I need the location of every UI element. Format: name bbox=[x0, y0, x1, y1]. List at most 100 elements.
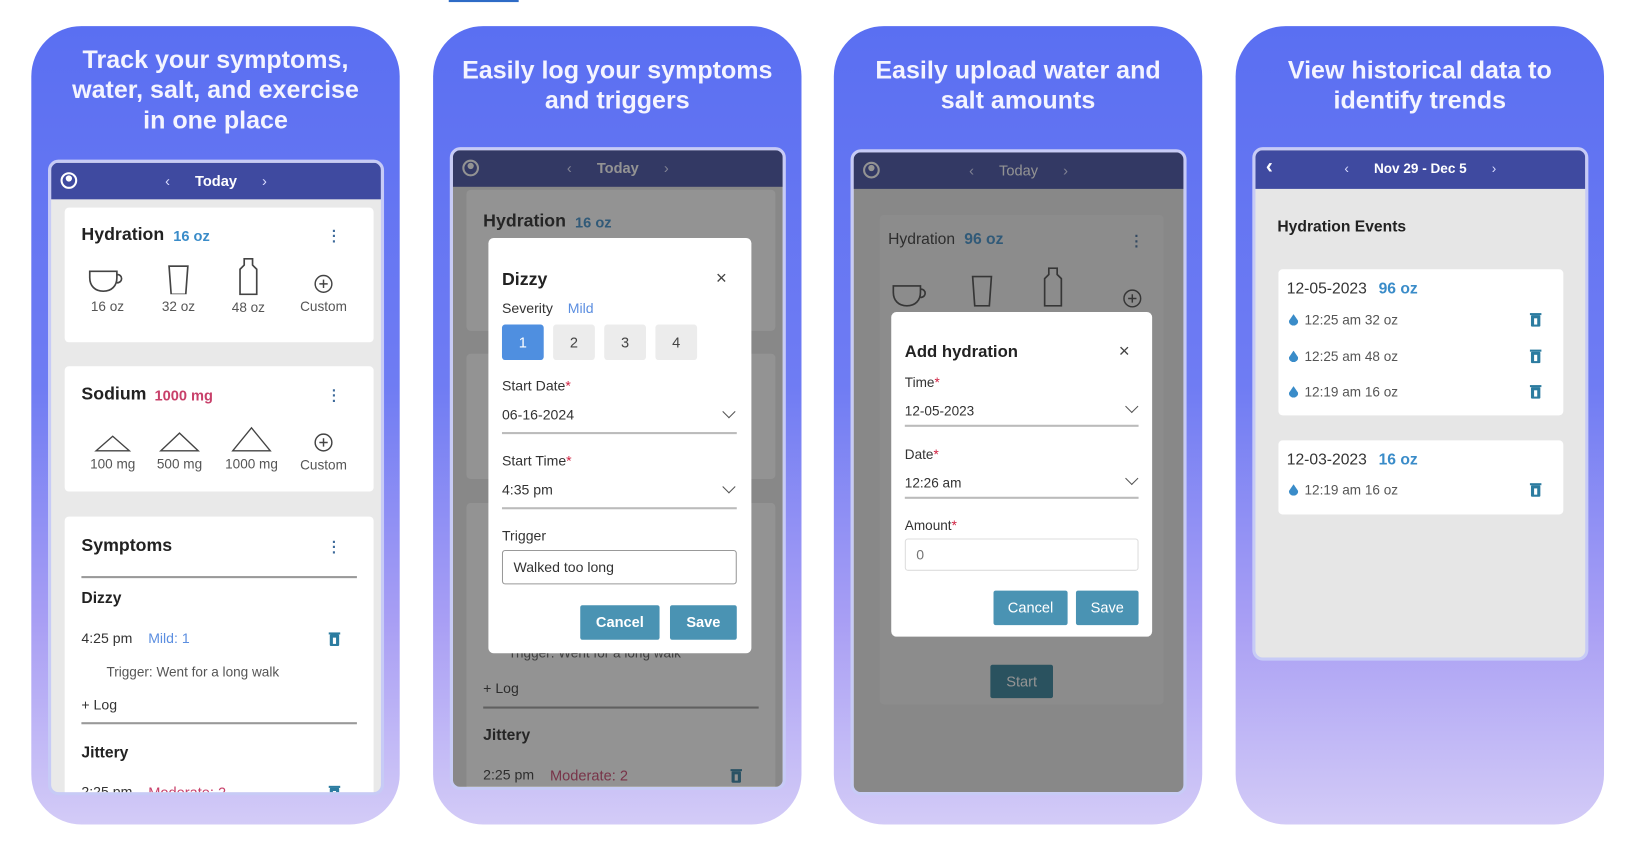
glass-icon bbox=[168, 265, 189, 295]
severity-option-1[interactable]: 1 bbox=[501, 324, 544, 361]
option-100mg[interactable]: 100 mg bbox=[81, 429, 144, 472]
option-label: 500 mg bbox=[156, 456, 203, 472]
app-header: ‹ Today › bbox=[51, 162, 381, 200]
symptom-name: Dizzy bbox=[81, 589, 122, 608]
required-mark: * bbox=[933, 446, 939, 463]
screenshot-panel-log-symptoms: Easily log your symptoms and triggers ‹T… bbox=[433, 26, 802, 825]
option-label: 1000 mg bbox=[225, 456, 278, 472]
headline-line: water, salt, and exercise bbox=[72, 76, 359, 105]
time-label: Time* bbox=[905, 375, 940, 391]
headline-line: in one place bbox=[143, 106, 288, 135]
option-label: 100 mg bbox=[90, 456, 136, 472]
option-32oz[interactable]: 32 oz bbox=[147, 265, 210, 314]
required-mark: * bbox=[565, 377, 571, 394]
severity-option-4[interactable]: 4 bbox=[655, 324, 698, 361]
required-mark: * bbox=[566, 452, 572, 469]
symptom-trigger: Trigger: Went for a long walk bbox=[106, 663, 280, 680]
headline-line: and triggers bbox=[544, 86, 690, 115]
close-icon[interactable]: × bbox=[716, 267, 727, 289]
trigger-label: Trigger bbox=[501, 528, 547, 544]
severity-option-3[interactable]: 3 bbox=[604, 324, 646, 361]
time-field[interactable]: 12-05-2023 bbox=[905, 403, 974, 419]
close-icon[interactable]: × bbox=[1119, 340, 1130, 362]
dialog-title: Add hydration bbox=[904, 343, 1018, 362]
amount-input[interactable] bbox=[904, 538, 1139, 571]
page-indicator bbox=[448, 0, 519, 3]
more-vertical-icon[interactable]: ··· bbox=[332, 223, 337, 248]
more-vertical-icon[interactable]: ··· bbox=[332, 383, 337, 408]
trash-icon[interactable] bbox=[328, 632, 341, 646]
add-log-button[interactable]: + Log bbox=[81, 697, 117, 713]
severity-option-2[interactable]: 2 bbox=[553, 324, 595, 361]
chevron-left-icon[interactable]: ‹ bbox=[165, 172, 170, 189]
option-16oz[interactable]: 16 oz bbox=[76, 265, 139, 314]
day-total: 96 oz bbox=[1378, 279, 1418, 298]
chevron-down-icon[interactable] bbox=[1125, 471, 1139, 486]
option-1000mg[interactable]: 1000 mg bbox=[220, 424, 283, 472]
start-time-field[interactable]: 4:35 pm bbox=[502, 482, 553, 498]
panel-headline: Track your symptoms, water, salt, and ex… bbox=[31, 45, 399, 136]
chevron-right-icon[interactable]: › bbox=[1492, 161, 1497, 177]
start-date-field[interactable]: 06-16-2024 bbox=[502, 407, 574, 423]
chevron-left-icon[interactable]: ‹ bbox=[1344, 161, 1349, 177]
trigger-input[interactable]: Walked too long bbox=[501, 549, 737, 585]
water-drop-icon bbox=[1288, 314, 1299, 326]
field-underline bbox=[904, 424, 1139, 427]
save-button[interactable]: Save bbox=[669, 605, 737, 640]
event-text: 12:19 am 16 oz bbox=[1304, 482, 1399, 498]
trash-icon[interactable] bbox=[1529, 483, 1542, 497]
panel-headline: Easily log your symptoms and triggers bbox=[433, 55, 801, 116]
required-mark: * bbox=[951, 517, 957, 534]
add-hydration-dialog: Add hydration × Time* 12-05-2023 Date* 1… bbox=[891, 312, 1153, 637]
phone-screen: ‹Today› Hydration 16 oz Trigger: Went fo… bbox=[449, 147, 786, 791]
phone-screen: ‹Today› Hydration 96 oz ··· Start Add hy… bbox=[850, 149, 1187, 796]
chevron-right-icon[interactable]: › bbox=[262, 172, 267, 189]
hydration-card: Hydration 16 oz · · · 16 oz 32 oz 48 oz Cu… bbox=[64, 207, 374, 343]
cancel-button[interactable]: Cancel bbox=[580, 605, 660, 640]
trash-icon[interactable] bbox=[328, 785, 341, 793]
card-title: Symptoms bbox=[81, 535, 173, 556]
amount-label: Amount* bbox=[905, 518, 957, 534]
option-custom[interactable]: Custom bbox=[292, 273, 355, 314]
trash-icon[interactable] bbox=[1529, 313, 1542, 327]
save-button[interactable]: Save bbox=[1075, 590, 1139, 626]
section-title: Hydration Events bbox=[1277, 218, 1407, 236]
water-drop-icon bbox=[1288, 484, 1299, 496]
event-text: 12:25 am 32 oz bbox=[1304, 312, 1399, 328]
field-underline bbox=[904, 496, 1139, 499]
day-date: 12-05-2023 bbox=[1286, 279, 1367, 298]
day-total: 16 oz bbox=[1378, 450, 1418, 469]
symptom-time: 4:25 pm bbox=[81, 630, 133, 646]
symptom-name: Jittery bbox=[81, 744, 129, 762]
date-field[interactable]: 12:26 am bbox=[905, 475, 962, 491]
option-label: 16 oz bbox=[90, 298, 125, 315]
app-header: ‹ ‹ Nov 29 - Dec 5 › bbox=[1255, 150, 1586, 189]
option-label: Custom bbox=[300, 298, 347, 315]
required-mark: * bbox=[934, 374, 940, 391]
option-custom[interactable]: Custom bbox=[292, 432, 355, 473]
cancel-button[interactable]: Cancel bbox=[993, 590, 1068, 626]
sodium-total: 1000 mg bbox=[154, 387, 213, 404]
salt-pile-icon bbox=[159, 432, 200, 452]
symptom-severity: Moderate: 2 bbox=[148, 783, 227, 796]
date-range-title: Nov 29 - Dec 5 bbox=[1373, 160, 1467, 177]
plus-circle-icon bbox=[314, 433, 333, 452]
trash-icon[interactable] bbox=[1529, 349, 1542, 364]
card-title: Sodium bbox=[81, 384, 147, 404]
option-500mg[interactable]: 500 mg bbox=[148, 429, 211, 472]
panel-headline: Easily upload water and salt amounts bbox=[834, 55, 1202, 116]
headline-line: Track your symptoms, bbox=[82, 45, 349, 75]
severity-value: Mild bbox=[567, 300, 594, 317]
trash-icon[interactable] bbox=[1529, 385, 1542, 399]
screenshot-panel-track: Track your symptoms, water, salt, and ex… bbox=[31, 26, 400, 825]
symptoms-card: Symptoms · · · Dizzy 4:25 pm Mild: 1 Trigg… bbox=[64, 516, 374, 796]
more-vertical-icon[interactable]: ··· bbox=[332, 534, 337, 559]
plus-circle-icon bbox=[314, 274, 333, 293]
option-48oz[interactable]: 48 oz bbox=[217, 257, 280, 315]
chevron-down-icon[interactable] bbox=[722, 405, 736, 419]
chevron-down-icon[interactable] bbox=[722, 480, 736, 494]
bottle-icon bbox=[239, 257, 258, 296]
chevron-down-icon[interactable] bbox=[1125, 399, 1139, 414]
event-text: 12:25 am 48 oz bbox=[1304, 348, 1399, 365]
severity-label: Severity bbox=[501, 300, 553, 317]
